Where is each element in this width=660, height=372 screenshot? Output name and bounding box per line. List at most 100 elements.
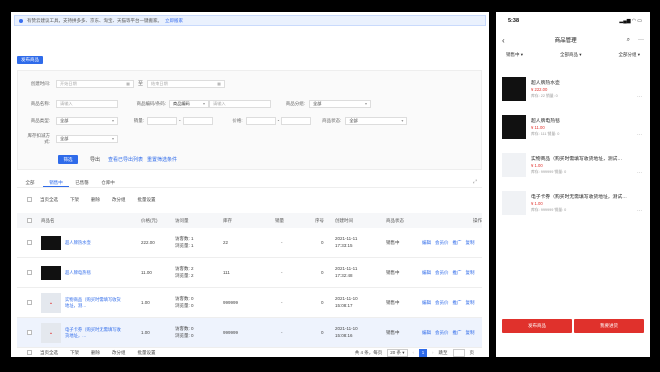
seq-value[interactable]: 0 [321,330,324,335]
member-price-link[interactable]: 会员价 [435,270,449,275]
delivery-select[interactable]: 全部 ▾ [56,134,118,143]
price-max-input[interactable] [281,116,312,125]
row-checkbox[interactable] [27,300,32,305]
row-checkbox[interactable] [27,270,32,275]
notice-link[interactable]: 立即搬家 [165,18,183,24]
edit-link[interactable]: 编辑 [422,330,431,335]
change-group-button[interactable]: 改分组 [112,197,126,203]
copy-link[interactable]: 复制 [466,270,475,275]
tab-on-sale[interactable]: 销售中 [43,178,69,187]
seq-value[interactable]: 0 [321,270,324,275]
col-stock[interactable]: 库存 [223,218,232,224]
mobile-product-card[interactable]: 电子卡券（购买时无需填写收货地址，测试… ¥ 1.00 库存: 999999 销… [502,191,644,225]
code-select[interactable]: 商品编码 ▾ [169,99,209,108]
tab-all[interactable]: 全部 [17,178,43,187]
col-price[interactable]: 价格(元) [141,218,158,224]
product-name-link[interactable]: 超人牌电热毯 [65,270,125,276]
tab-sold-out[interactable]: 已售罄 [69,178,95,187]
prev-page-icon[interactable]: ‹ [413,350,415,355]
end-date-input[interactable]: 结束日期 ▦ [147,79,226,88]
next-page-icon[interactable]: › [432,350,434,355]
product-name-link[interactable]: 超人牌热水壶 [65,240,125,246]
seq-value[interactable]: 0 [321,240,324,245]
export-button[interactable]: 导出 [90,156,100,163]
current-page[interactable]: 1 [419,348,427,357]
delete-button[interactable]: 删除 [91,197,100,203]
more-icon[interactable]: ··· [637,208,642,214]
member-price-link[interactable]: 会员价 [435,300,449,305]
col-created[interactable]: 创建时间 [335,218,353,224]
footer-delist[interactable]: 下架 [70,350,79,356]
more-icon[interactable]: ··· [637,170,642,176]
copy-link[interactable]: 复制 [466,240,475,245]
mobile-purchase-button[interactable]: 我要进货 [574,319,644,333]
copy-link[interactable]: 复制 [466,300,475,305]
reset-link[interactable]: 重置筛选条件 [147,156,177,163]
start-date-input[interactable]: 开始日期 ▦ [56,79,134,88]
footer-select-checkbox[interactable] [27,350,32,355]
sales-max-input[interactable] [182,116,213,125]
row-checkbox[interactable] [27,330,32,335]
member-price-link[interactable]: 会员价 [435,330,449,335]
promote-link[interactable]: 推广 [453,300,462,305]
status-select[interactable]: 全部 ▾ [345,116,408,125]
search-icon[interactable]: ⌕ [627,37,630,44]
mobile-filters: 销售中 ▾ 全部商品 ▾ 全部分组 ▾ [496,49,650,61]
header-checkbox[interactable] [27,218,32,223]
col-sales[interactable]: 销量 [275,218,284,224]
select-all-checkbox[interactable] [27,197,32,202]
edit-link[interactable]: 编辑 [422,240,431,245]
edit-link[interactable]: 编辑 [422,300,431,305]
promote-link[interactable]: 推广 [453,240,462,245]
product-price: 1.00 [141,300,150,305]
more-icon[interactable]: ··· [637,132,642,138]
sales-value: - [281,240,283,245]
mobile-product-card[interactable]: 实物商品（购买时需填写收货地址，测试… ¥ 1.00 库存: 999999 销量… [502,153,644,187]
copy-link[interactable]: 复制 [466,330,475,335]
expand-icon[interactable]: ⤢ [473,179,477,185]
group-select[interactable]: 全部 ▾ [309,99,371,108]
promote-link[interactable]: 推广 [453,270,462,275]
type-select[interactable]: 全部 ▾ [56,116,118,125]
publish-button[interactable]: 发布商品 [17,56,43,64]
mobile-product-card[interactable]: 超人牌电热毯 ¥ 11.00 库存: 111 销量: 0 ··· [502,115,644,149]
seq-value[interactable]: 0 [321,300,324,305]
mobile-filter-status[interactable]: 销售中 ▾ [506,52,523,58]
footer-change-group[interactable]: 改分组 [112,350,126,356]
member-price-link[interactable]: 会员价 [435,240,449,245]
batch-settings-button[interactable]: 批量设置 [138,197,156,203]
name-input[interactable]: 请输入 [56,99,118,108]
stock-value[interactable]: 22 [223,240,228,245]
mobile-product-card[interactable]: 超人牌热水壶 ¥ 222.00 库存: 22 销量: 0 ··· [502,77,644,111]
product-name-link[interactable]: 电子卡券（购买时无需填写收货地址，… [65,327,125,339]
stock-value[interactable]: 999999 [223,330,238,335]
delist-button[interactable]: 下架 [70,197,79,203]
mobile-filter-type[interactable]: 全部商品 ▾ [560,52,582,58]
tab-warehouse[interactable]: 仓库中 [95,178,121,187]
more-icon[interactable]: ··· [637,94,642,100]
col-name[interactable]: 商品名 [41,218,55,224]
per-page-select[interactable]: 20 条 ▾ [387,348,408,357]
row-checkbox[interactable] [27,240,32,245]
back-icon[interactable]: ‹ [502,36,505,45]
mobile-publish-button[interactable]: 发布商品 [502,319,572,333]
mobile-filter-group[interactable]: 全部分组 ▾ [618,52,640,58]
filter-button[interactable]: 筛选 [58,155,78,164]
col-visits[interactable]: 访问量 [175,218,189,224]
sales-min-input[interactable] [147,116,177,125]
col-seq[interactable]: 序号 [315,218,324,224]
goto-input[interactable] [452,348,465,357]
promote-link[interactable]: 推广 [453,330,462,335]
footer-batch-settings[interactable]: 批量设置 [138,350,156,356]
price-min-input[interactable] [245,116,276,125]
footer-delete[interactable]: 删除 [91,350,100,356]
more-icon[interactable]: ··· [638,37,644,44]
footer-select-page[interactable]: 当页全选 [40,350,58,356]
stock-value[interactable]: 111 [223,270,230,275]
code-input[interactable]: 请输入 [209,99,271,108]
product-name-link[interactable]: 实物商品（购买时需填写收货地址，测… [65,297,125,309]
edit-link[interactable]: 编辑 [422,270,431,275]
stock-value[interactable]: 999999 [223,300,238,305]
view-export-link[interactable]: 查看已导出列表 [108,156,143,163]
select-page-button[interactable]: 当页全选 [40,197,58,203]
